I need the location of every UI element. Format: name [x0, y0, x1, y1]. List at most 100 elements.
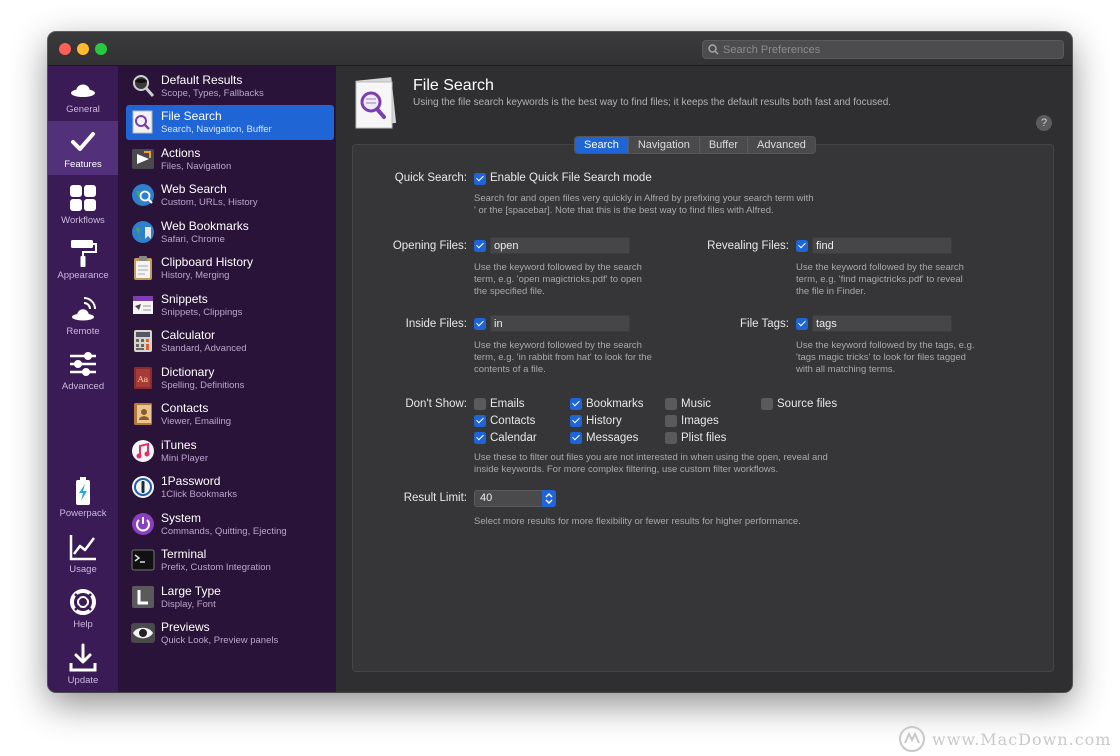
- feature-subtitle: Custom, URLs, History: [161, 197, 258, 208]
- exclude-calendar-label: Calendar: [490, 432, 537, 444]
- feature-previews[interactable]: Previews Quick Look, Preview panels: [126, 616, 334, 651]
- exclude-contacts-checkbox[interactable]: [474, 415, 486, 427]
- nav-powerpack[interactable]: Powerpack: [48, 470, 118, 524]
- feature-list: Default Results Scope, Types, Fallbacks …: [118, 66, 336, 692]
- exclude-calendar-checkbox[interactable]: [474, 432, 486, 444]
- nav-features[interactable]: Features: [48, 121, 118, 175]
- nav-help[interactable]: Help: [48, 581, 118, 635]
- minimize-window-button[interactable]: [77, 43, 89, 55]
- nav-remote[interactable]: Remote: [48, 288, 118, 342]
- lifebuoy-icon: [70, 589, 96, 615]
- revealing-files-keyword-input[interactable]: [812, 237, 952, 254]
- inside-files-checkbox[interactable]: [474, 318, 486, 330]
- feature-subtitle: Search, Navigation, Buffer: [161, 124, 272, 135]
- revealing-files-help: Use the keyword followed by the search t…: [796, 262, 964, 298]
- feature-web-search[interactable]: Web Search Custom, URLs, History: [126, 178, 334, 213]
- feature-contacts[interactable]: Contacts Viewer, Emailing: [126, 397, 334, 432]
- feature-file-search[interactable]: File Search Search, Navigation, Buffer: [126, 105, 334, 140]
- exclude-source-files-checkbox[interactable]: [761, 398, 773, 410]
- actions-icon: [132, 149, 154, 169]
- exclude-history-checkbox[interactable]: [570, 415, 582, 427]
- feature-web-bookmarks[interactable]: Web Bookmarks Safari, Chrome: [126, 215, 334, 250]
- exclude-bookmarks-label: Bookmarks: [586, 398, 644, 410]
- file-tags-help-line: Use the keyword followed by the tags, e.…: [796, 340, 975, 351]
- file-search-large-icon: [355, 77, 397, 129]
- nav-advanced[interactable]: Advanced: [48, 343, 118, 397]
- feature-snippets[interactable]: Snippets Snippets, Clippings: [126, 288, 334, 323]
- file-tags-help-line: 'tags magic tricks' to look for files ta…: [796, 352, 966, 363]
- feature-default-results[interactable]: Default Results Scope, Types, Fallbacks: [126, 69, 334, 104]
- exclude-messages-checkbox[interactable]: [570, 432, 582, 444]
- feature-actions[interactable]: Actions Files, Navigation: [126, 142, 334, 177]
- exclude-history-label: History: [586, 415, 622, 427]
- exclude-plist-files-checkbox[interactable]: [665, 432, 677, 444]
- result-limit-help: Select more results for more flexibility…: [474, 516, 801, 527]
- feature-title: Dictionary: [161, 365, 215, 379]
- opening-files-label: Opening Files:: [392, 240, 467, 252]
- feature-subtitle: Display, Font: [161, 599, 216, 610]
- feature-subtitle: Mini Player: [161, 453, 208, 464]
- feature-title: Large Type: [161, 584, 221, 598]
- exclude-bookmarks-checkbox[interactable]: [570, 398, 582, 410]
- tab-navigation[interactable]: Navigation: [629, 137, 700, 153]
- feature-subtitle: Commands, Quitting, Ejecting: [161, 526, 287, 537]
- preferences-search-box[interactable]: [702, 40, 1064, 59]
- tab-advanced[interactable]: Advanced: [748, 137, 815, 153]
- feature-subtitle: Prefix, Custom Integration: [161, 562, 271, 573]
- exclude-images-label: Images: [681, 415, 719, 427]
- feature-calculator[interactable]: Calculator Standard, Advanced: [126, 324, 334, 359]
- preferences-search-input[interactable]: [723, 41, 1053, 58]
- nav-workflows-label: Workflows: [61, 215, 105, 226]
- file-search-icon: [132, 110, 153, 134]
- nav-advanced-label: Advanced: [61, 381, 105, 392]
- tab-search[interactable]: Search: [575, 137, 629, 153]
- search-icon: [708, 44, 719, 55]
- opening-files-keyword-input[interactable]: [490, 237, 630, 254]
- opening-files-help-line: Use the keyword followed by the search: [474, 262, 642, 273]
- feature-title: Terminal: [161, 547, 207, 561]
- result-limit-stepper-arrows[interactable]: [542, 490, 556, 507]
- exclude-music-checkbox[interactable]: [665, 398, 677, 410]
- dont-show-help-line: inside keywords. For more complex filter…: [474, 464, 779, 475]
- revealing-files-help-line: the file in Finder.: [796, 286, 866, 297]
- dont-show-help: Use these to filter out files you are no…: [474, 452, 828, 476]
- feature-system[interactable]: System Commands, Quitting, Ejecting: [126, 507, 334, 542]
- nav-general[interactable]: General: [48, 66, 118, 120]
- feature-subtitle: History, Merging: [161, 270, 230, 281]
- opening-files-help: Use the keyword followed by the search t…: [474, 262, 642, 298]
- nav-usage[interactable]: Usage: [48, 526, 118, 580]
- feature-1password[interactable]: 1Password 1Click Bookmarks: [126, 470, 334, 505]
- feature-subtitle: 1Click Bookmarks: [161, 489, 238, 500]
- feature-itunes[interactable]: iTunes Mini Player: [126, 434, 334, 469]
- page-subtitle: Using the file search keywords is the be…: [413, 97, 892, 108]
- quick-search-label: Quick Search:: [394, 172, 467, 184]
- revealing-files-label: Revealing Files:: [707, 240, 789, 252]
- feature-title: Web Search: [161, 182, 227, 196]
- inside-files-help: Use the keyword followed by the search t…: [474, 340, 652, 376]
- feature-terminal[interactable]: Terminal Prefix, Custom Integration: [126, 543, 334, 578]
- inside-files-keyword-input[interactable]: [490, 315, 630, 332]
- nav-appearance[interactable]: Appearance: [48, 232, 118, 286]
- feature-clipboard-history[interactable]: Clipboard History History, Merging: [126, 251, 334, 286]
- feature-dictionary[interactable]: Aa Dictionary Spelling, Definitions: [126, 361, 334, 396]
- nav-update[interactable]: Update: [48, 637, 118, 691]
- opening-files-checkbox[interactable]: [474, 240, 486, 252]
- file-tags-keyword-input[interactable]: [812, 315, 952, 332]
- sliders-icon: [70, 352, 96, 376]
- exclude-images-checkbox[interactable]: [665, 415, 677, 427]
- exclude-music-label: Music: [681, 398, 712, 410]
- tab-buffer[interactable]: Buffer: [700, 137, 748, 153]
- feature-subtitle: Spelling, Definitions: [161, 380, 245, 391]
- result-limit-select[interactable]: 40: [474, 490, 556, 507]
- zoom-window-button[interactable]: [95, 43, 107, 55]
- revealing-files-checkbox[interactable]: [796, 240, 808, 252]
- remote-hat-icon: [72, 297, 96, 321]
- help-button[interactable]: ?: [1036, 115, 1052, 131]
- feature-large-type[interactable]: Large Type Display, Font: [126, 580, 334, 615]
- quick-search-checkbox[interactable]: [474, 173, 486, 185]
- file-tags-checkbox[interactable]: [796, 318, 808, 330]
- close-window-button[interactable]: [59, 43, 71, 55]
- feature-subtitle: Files, Navigation: [161, 161, 232, 172]
- nav-workflows[interactable]: Workflows: [48, 177, 118, 231]
- exclude-emails-checkbox[interactable]: [474, 398, 486, 410]
